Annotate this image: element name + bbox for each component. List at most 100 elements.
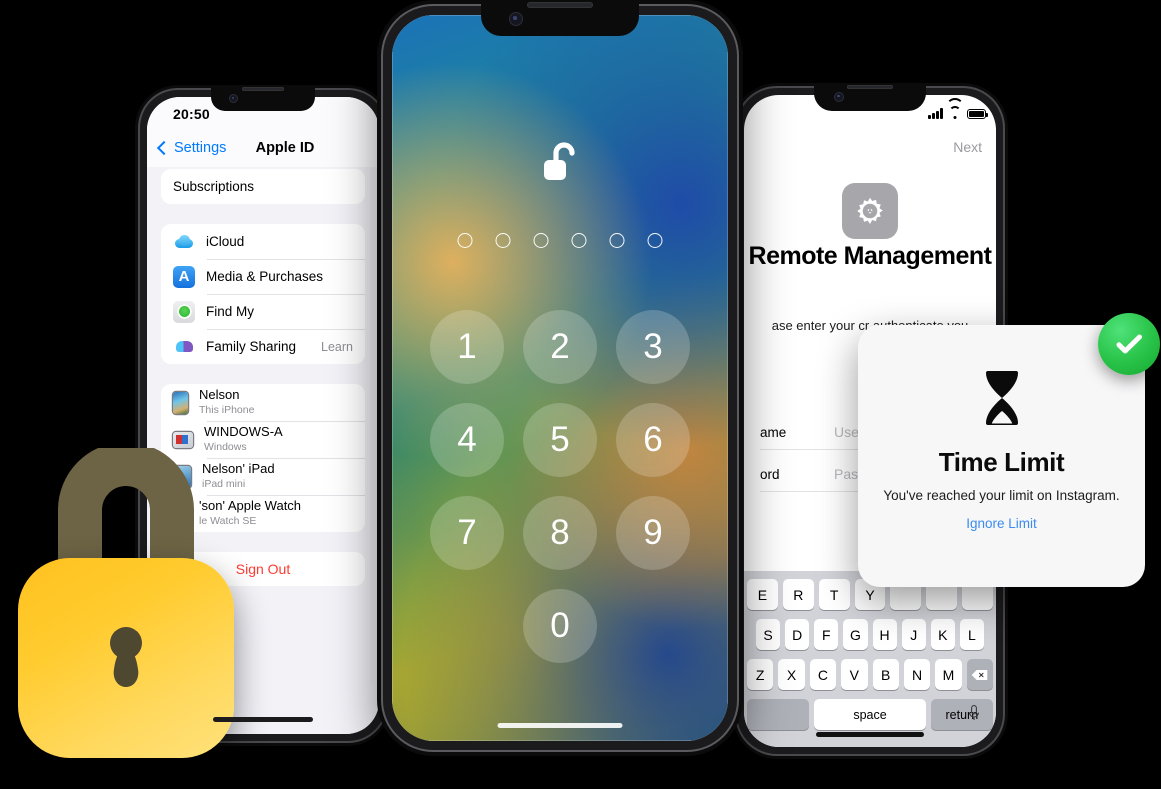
passcode-dot xyxy=(571,233,587,248)
keypad-3[interactable]: 3 xyxy=(616,310,690,384)
delete-icon[interactable] xyxy=(966,659,993,690)
notch xyxy=(211,87,315,111)
wifi-icon xyxy=(946,98,964,119)
keypad-0[interactable]: 0 xyxy=(523,589,597,663)
row-trailing-label: Learn xyxy=(321,339,353,354)
key-j[interactable]: J xyxy=(901,619,926,650)
keypad-6[interactable]: 6 xyxy=(616,403,690,477)
check-icon xyxy=(1116,334,1142,354)
front-camera-icon xyxy=(834,92,844,102)
keypad-4[interactable]: 4 xyxy=(430,403,504,477)
ignore-limit-link[interactable]: Ignore Limit xyxy=(858,516,1145,531)
row-subscriptions[interactable]: Subscriptions xyxy=(161,169,365,204)
key-e[interactable]: E xyxy=(747,579,778,610)
keyboard-row-3: Z X C V B N M xyxy=(744,659,996,690)
unlocked-padlock-icon xyxy=(544,142,575,180)
key-c[interactable]: C xyxy=(809,659,837,690)
icloud-icon xyxy=(173,230,195,253)
center-phone-passcode-lock: 1 2 3 4 5 6 7 8 9 0 xyxy=(381,2,739,752)
keypad-1[interactable]: 1 xyxy=(430,310,504,384)
key-f[interactable]: F xyxy=(814,619,839,650)
numbers-key[interactable] xyxy=(747,699,810,730)
subscriptions-card: Subscriptions xyxy=(161,169,365,204)
device-name: WINDOWS-A xyxy=(204,423,283,439)
key-v[interactable]: V xyxy=(841,659,868,690)
device-name: Nelson xyxy=(199,386,240,402)
key-s[interactable]: S xyxy=(756,619,781,650)
remote-management-title: Remote Management xyxy=(748,242,992,270)
keyboard-row-4: space return xyxy=(744,699,996,730)
password-label: ord xyxy=(760,466,780,482)
home-indicator xyxy=(497,723,623,728)
key-d[interactable]: D xyxy=(785,619,810,650)
family-sharing-icon xyxy=(173,335,195,358)
keyboard-row-2: S D F G H J K L xyxy=(744,619,996,650)
key-t[interactable]: T xyxy=(818,579,850,610)
subscriptions-label: Subscriptions xyxy=(173,179,255,194)
device-subtitle: Windows xyxy=(204,440,247,453)
green-check-badge xyxy=(1098,313,1160,375)
keyhole-icon xyxy=(110,627,142,687)
keypad-5[interactable]: 5 xyxy=(523,403,597,477)
passcode-dots xyxy=(457,233,663,248)
find-my-icon xyxy=(173,300,195,323)
key-l[interactable]: L xyxy=(959,619,984,650)
padlock-body xyxy=(18,558,234,758)
passcode-dot xyxy=(457,233,473,248)
windows-pc-icon xyxy=(173,431,193,448)
key-z[interactable]: Z xyxy=(747,659,774,690)
passcode-keypad[interactable]: 1 2 3 4 5 6 7 8 9 0 xyxy=(430,310,690,663)
key-r[interactable]: R xyxy=(782,579,814,610)
home-indicator xyxy=(816,732,924,737)
return-key[interactable]: return xyxy=(930,699,994,730)
left-nav-bar: Settings Apple ID xyxy=(147,135,379,167)
passcode-dot xyxy=(647,233,663,248)
key-b[interactable]: B xyxy=(872,659,899,690)
key-m[interactable]: M xyxy=(935,659,962,690)
row-family-sharing[interactable]: Family Sharing Learn xyxy=(161,329,365,364)
device-subtitle: iPad mini xyxy=(202,477,246,490)
keypad-2[interactable]: 2 xyxy=(523,310,597,384)
row-find-my[interactable]: Find My xyxy=(161,294,365,329)
yellow-padlock-icon xyxy=(18,448,234,786)
microphone-icon[interactable] xyxy=(968,705,980,721)
key-k[interactable]: K xyxy=(930,619,955,650)
page-title: Apple ID xyxy=(255,140,315,156)
signal-bars-icon xyxy=(928,108,943,119)
status-time: 20:50 xyxy=(173,106,210,122)
promo-composition: 20:50 Settings Apple ID Subscriptions iC… xyxy=(0,0,1161,789)
keypad-9[interactable]: 9 xyxy=(616,496,690,570)
keypad-8[interactable]: 8 xyxy=(523,496,597,570)
row-media-purchases[interactable]: Media & Purchases xyxy=(161,259,365,294)
passcode-dot xyxy=(533,233,549,248)
row-icloud[interactable]: iCloud xyxy=(161,224,365,259)
notch xyxy=(814,85,926,111)
device-name: 'son' Apple Watch xyxy=(199,497,302,513)
key-n[interactable]: N xyxy=(903,659,931,690)
on-screen-keyboard[interactable]: E R T Y S D F G H J K L Z X C V B N M sp… xyxy=(744,571,996,747)
earpiece-speaker xyxy=(847,85,893,89)
gear-icon xyxy=(842,183,898,239)
battery-icon xyxy=(967,108,988,119)
username-label: ame xyxy=(760,424,787,440)
key-g[interactable]: G xyxy=(843,619,868,650)
device-name: Nelson' iPad xyxy=(202,460,275,476)
time-limit-message: You've reached your limit on Instagram. xyxy=(883,488,1120,503)
front-camera-icon xyxy=(509,12,523,26)
row-label: Media & Purchases xyxy=(206,269,324,284)
keypad-7[interactable]: 7 xyxy=(430,496,504,570)
center-phone-screen: 1 2 3 4 5 6 7 8 9 0 xyxy=(392,15,728,741)
key-x[interactable]: X xyxy=(778,659,805,690)
time-limit-title: Time Limit xyxy=(938,447,1065,477)
key-h[interactable]: H xyxy=(872,619,897,650)
row-label: Family Sharing xyxy=(206,339,297,354)
device-subtitle: le Watch SE xyxy=(199,514,257,527)
list-item[interactable]: Nelson This iPhone xyxy=(161,384,365,421)
next-button[interactable]: Next xyxy=(953,139,982,155)
home-indicator xyxy=(213,717,313,722)
space-key[interactable]: space xyxy=(814,699,926,730)
passcode-dot xyxy=(495,233,511,248)
earpiece-speaker xyxy=(242,87,284,91)
right-status-bar xyxy=(928,98,988,119)
hourglass-icon xyxy=(985,371,1018,425)
